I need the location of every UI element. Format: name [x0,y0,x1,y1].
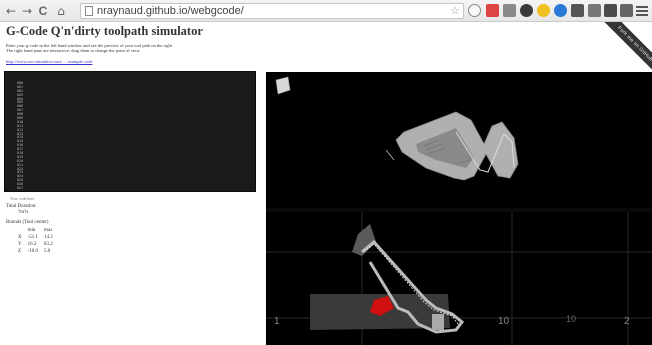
bounds-header-min: min [27,228,36,233]
browser-toolbar: ← → C ⌂ nraynaud.github.io/webgcode/ ☆ [0,0,652,22]
bounds-max: 14.3 [44,235,53,240]
gcode-editor[interactable]: 000 001 002 003 004 005 006 007 008 009 010 011 012 0… [4,71,256,192]
view-cube [275,76,291,95]
bounds-min: -10.0 [27,249,39,254]
page-description: Paste your g-code in the left hand windo… [6,43,172,53]
2d-viewport[interactable]: 1 10 10 2 [266,212,652,345]
gcode-line-number: 027 [17,186,24,191]
2d-toolpath-render: 1 10 10 2 [266,212,652,345]
github-ribbon[interactable]: Fork me on GitHub [600,22,652,74]
description-line-2: The right hand pane are interactive: dra… [6,48,141,53]
reload-icon[interactable]: C [36,3,50,19]
axis-tick-label: 10 [498,316,510,327]
extension-pen-icon[interactable] [503,4,516,17]
bounds-axis: Y [18,242,22,247]
extension-blue-icon[interactable] [554,4,567,17]
3d-viewport[interactable] [266,72,652,208]
bounds-min: -51.1 [27,235,39,240]
axis-tick-label: 2 [624,316,630,327]
example-link[interactable]: http://www.cnc-simulator.com/ ... exampl… [6,59,92,64]
bounds-label: Bounds (Tool center) [6,220,49,225]
axis-tick-label: 1 [274,316,280,327]
bounds-row: Y 16.2 83.2 [16,242,55,247]
back-icon[interactable]: ← [4,3,18,19]
bounds-row: Z -10.0 5.0 [16,249,55,254]
bounds-min: 16.2 [27,242,37,247]
extension-puzzle-icon[interactable] [604,4,617,17]
axis-tick-label: 10 [566,314,576,324]
bounds-axis: X [18,235,22,240]
bounds-header-max: max [44,228,53,233]
bounds-max: 83.2 [44,242,53,247]
github-ribbon-label[interactable]: Fork me on GitHub [600,22,652,74]
tool-line [385,149,395,161]
home-icon[interactable]: ⌂ [54,3,68,19]
bounds-axis: Z [18,249,22,254]
extension-yellow-icon[interactable] [537,4,550,17]
bounds-row: X -51.1 14.3 [16,235,55,240]
bounds-header-row: min max [16,228,55,233]
duration-value: ?m?s [18,210,29,215]
3d-toolpath-render [275,76,519,181]
extension-circle-icon[interactable] [520,4,533,17]
tool-block [432,314,444,330]
bookmark-star-icon[interactable]: ☆ [450,4,460,17]
extension-square-icon[interactable] [620,4,633,17]
extension-box-icon[interactable] [571,4,584,17]
zoom-icon[interactable] [468,4,481,17]
page-icon [85,6,93,16]
extension-red-icon[interactable] [486,4,499,17]
extension-stack-icon[interactable] [588,4,601,17]
menu-icon[interactable] [636,4,648,17]
forward-icon[interactable]: → [20,3,34,19]
address-bar-url: nraynaud.github.io/webgcode/ [97,5,244,17]
editor-footer: Your code here [10,196,35,201]
gcode-line-numbers: 000 001 002 003 004 005 006 007 008 009 010 011 012 0… [17,81,24,191]
address-bar[interactable]: nraynaud.github.io/webgcode/ ☆ [80,3,464,19]
gcode-line: 027 [17,186,24,191]
bounds-table: min max X -51.1 14.3 Y 16.2 83.2 Z -10.0… [14,226,57,256]
duration-label: Total Duration: [6,204,37,209]
bounds-max: 5.0 [44,249,51,254]
page-title: G-Code Q'n'dirty toolpath simulator [6,24,203,38]
